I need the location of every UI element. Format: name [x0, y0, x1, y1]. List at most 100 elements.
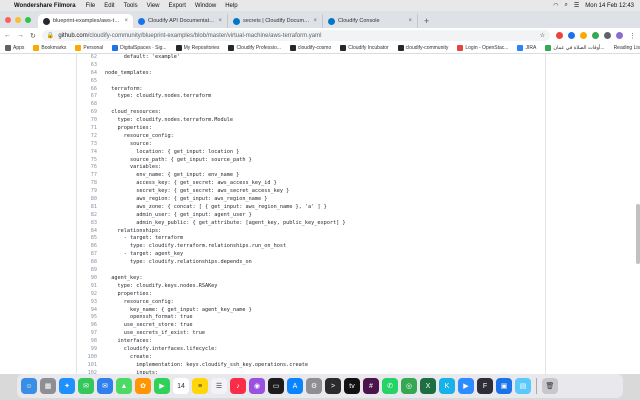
whatsapp-icon[interactable]: ✆ — [382, 378, 398, 394]
menu-window[interactable]: Window — [195, 3, 216, 9]
apple-tv-icon[interactable]: tv — [344, 378, 360, 394]
line-number[interactable]: 77 — [77, 172, 105, 180]
bookmark-item[interactable]: My Repositories — [175, 45, 219, 51]
scrollbar[interactable] — [636, 204, 640, 264]
line-number[interactable]: 78 — [77, 180, 105, 188]
line-number[interactable]: 69 — [77, 109, 105, 117]
menu-file[interactable]: File — [86, 3, 96, 9]
minimize-window-button[interactable] — [15, 17, 21, 23]
line-number[interactable]: 94 — [77, 307, 105, 315]
filmora-icon[interactable]: F — [477, 378, 493, 394]
line-number[interactable]: 68 — [77, 101, 105, 109]
bookmark-item[interactable]: cloudify-cosmo — [289, 45, 331, 51]
profile-avatar[interactable] — [616, 32, 623, 39]
bookmark-item[interactable]: cloudify-community — [397, 45, 448, 51]
calendar-icon[interactable]: 14 — [173, 378, 189, 394]
line-number[interactable]: 63 — [77, 62, 105, 70]
kodi-icon[interactable]: K — [439, 378, 455, 394]
tab-close-icon[interactable]: × — [124, 18, 128, 24]
line-number[interactable]: 96 — [77, 322, 105, 330]
reload-icon[interactable]: ↻ — [30, 32, 36, 40]
line-number[interactable]: 81 — [77, 204, 105, 212]
close-window-button[interactable] — [5, 17, 11, 23]
menu-tools[interactable]: Tools — [124, 3, 138, 9]
extension-icon[interactable] — [556, 32, 563, 39]
line-number[interactable]: 76 — [77, 164, 105, 172]
finder-icon[interactable]: ☺ — [21, 378, 37, 394]
line-number[interactable]: 91 — [77, 283, 105, 291]
extension-icon[interactable] — [580, 32, 587, 39]
excel-icon[interactable]: X — [420, 378, 436, 394]
line-number[interactable]: 93 — [77, 299, 105, 307]
mail-icon[interactable]: ✉ — [97, 378, 113, 394]
search-icon[interactable]: ⌕ — [565, 2, 568, 9]
preview-icon[interactable]: ▤ — [515, 378, 531, 394]
bookmark-item[interactable]: JIRA — [517, 45, 536, 51]
line-number[interactable]: 97 — [77, 330, 105, 338]
back-icon[interactable]: ← — [4, 32, 11, 39]
line-number[interactable]: 62 — [77, 54, 105, 62]
line-number[interactable]: 84 — [77, 228, 105, 236]
line-number[interactable]: 79 — [77, 188, 105, 196]
puzzle-icon[interactable] — [604, 32, 611, 39]
browser-tab[interactable]: blueprint-examples/aws-terra × — [38, 14, 133, 28]
line-number[interactable]: 85 — [77, 235, 105, 243]
reminders-icon[interactable]: ☰ — [211, 378, 227, 394]
bookmark-item[interactable]: Apps — [5, 45, 24, 51]
line-number[interactable]: 98 — [77, 338, 105, 346]
line-number[interactable]: 74 — [77, 149, 105, 157]
address-bar[interactable]: 🔒 github.com/cloudify-community/blueprin… — [41, 30, 550, 41]
line-number[interactable]: 80 — [77, 196, 105, 204]
notes-icon[interactable]: ≡ — [192, 378, 208, 394]
menu-edit[interactable]: Edit — [104, 3, 114, 9]
menu-export[interactable]: Export — [169, 3, 186, 9]
bookmark-item[interactable]: Cloudify Professio... — [228, 45, 281, 51]
tab-close-icon[interactable]: × — [408, 18, 412, 24]
line-number[interactable]: 73 — [77, 141, 105, 149]
system-preferences-icon[interactable]: ⚙ — [306, 378, 322, 394]
line-number[interactable]: 90 — [77, 275, 105, 283]
photo-viewer-icon[interactable]: ▣ — [496, 378, 512, 394]
music-icon[interactable]: ♪ — [230, 378, 246, 394]
bookmark-item[interactable]: Bookmarks — [33, 45, 66, 51]
new-tab-button[interactable]: + — [424, 16, 429, 26]
browser-tab[interactable]: Cloudify Console × — [323, 14, 418, 28]
app-store-icon[interactable]: A — [287, 378, 303, 394]
line-number[interactable]: 64 — [77, 70, 105, 78]
safari-icon[interactable]: ✦ — [59, 378, 75, 394]
line-number[interactable]: 100 — [77, 354, 105, 362]
photos-icon[interactable]: ✿ — [135, 378, 151, 394]
menu-view[interactable]: View — [147, 3, 160, 9]
line-number[interactable]: 71 — [77, 125, 105, 133]
line-number[interactable]: 92 — [77, 291, 105, 299]
facetime-icon[interactable]: ▶ — [154, 378, 170, 394]
bookmark-star-icon[interactable]: ☆ — [540, 32, 545, 39]
line-number[interactable]: 82 — [77, 212, 105, 220]
launchpad-icon[interactable]: ▦ — [40, 378, 56, 394]
line-number[interactable]: 83 — [77, 220, 105, 228]
line-number[interactable]: 89 — [77, 267, 105, 275]
line-number[interactable]: 66 — [77, 86, 105, 94]
wifi-icon[interactable]: ◠ — [553, 2, 558, 9]
menu-help[interactable]: Help — [225, 3, 237, 9]
browser-tab[interactable]: Cloudify API Documentation × — [133, 14, 228, 28]
terminal-icon[interactable]: > — [325, 378, 341, 394]
extension-icon[interactable] — [568, 32, 575, 39]
tab-close-icon[interactable]: × — [313, 18, 317, 24]
clock[interactable]: Mon 14 Feb 12:43 — [585, 3, 634, 9]
bookmark-item[interactable]: أوقات الصلاة في عمان... — [545, 45, 605, 51]
bookmark-item[interactable]: Cloudify Incubator — [340, 45, 389, 51]
app-name-menu[interactable]: Wondershare Filmora — [14, 3, 76, 9]
line-number[interactable]: 72 — [77, 133, 105, 141]
line-number[interactable]: 88 — [77, 259, 105, 267]
messages-icon[interactable]: ✉ — [78, 378, 94, 394]
line-number[interactable]: 86 — [77, 243, 105, 251]
trash-icon[interactable]: 🗑 — [542, 378, 558, 394]
tab-close-icon[interactable]: × — [218, 18, 222, 24]
line-number[interactable]: 65 — [77, 78, 105, 86]
browser-tab[interactable]: secrets | Cloudify Documentati × — [228, 14, 323, 28]
line-number[interactable]: 87 — [77, 251, 105, 259]
zoom-icon[interactable]: ▶ — [458, 378, 474, 394]
bookmark-item[interactable]: Personal — [75, 45, 103, 51]
line-number[interactable]: 95 — [77, 314, 105, 322]
